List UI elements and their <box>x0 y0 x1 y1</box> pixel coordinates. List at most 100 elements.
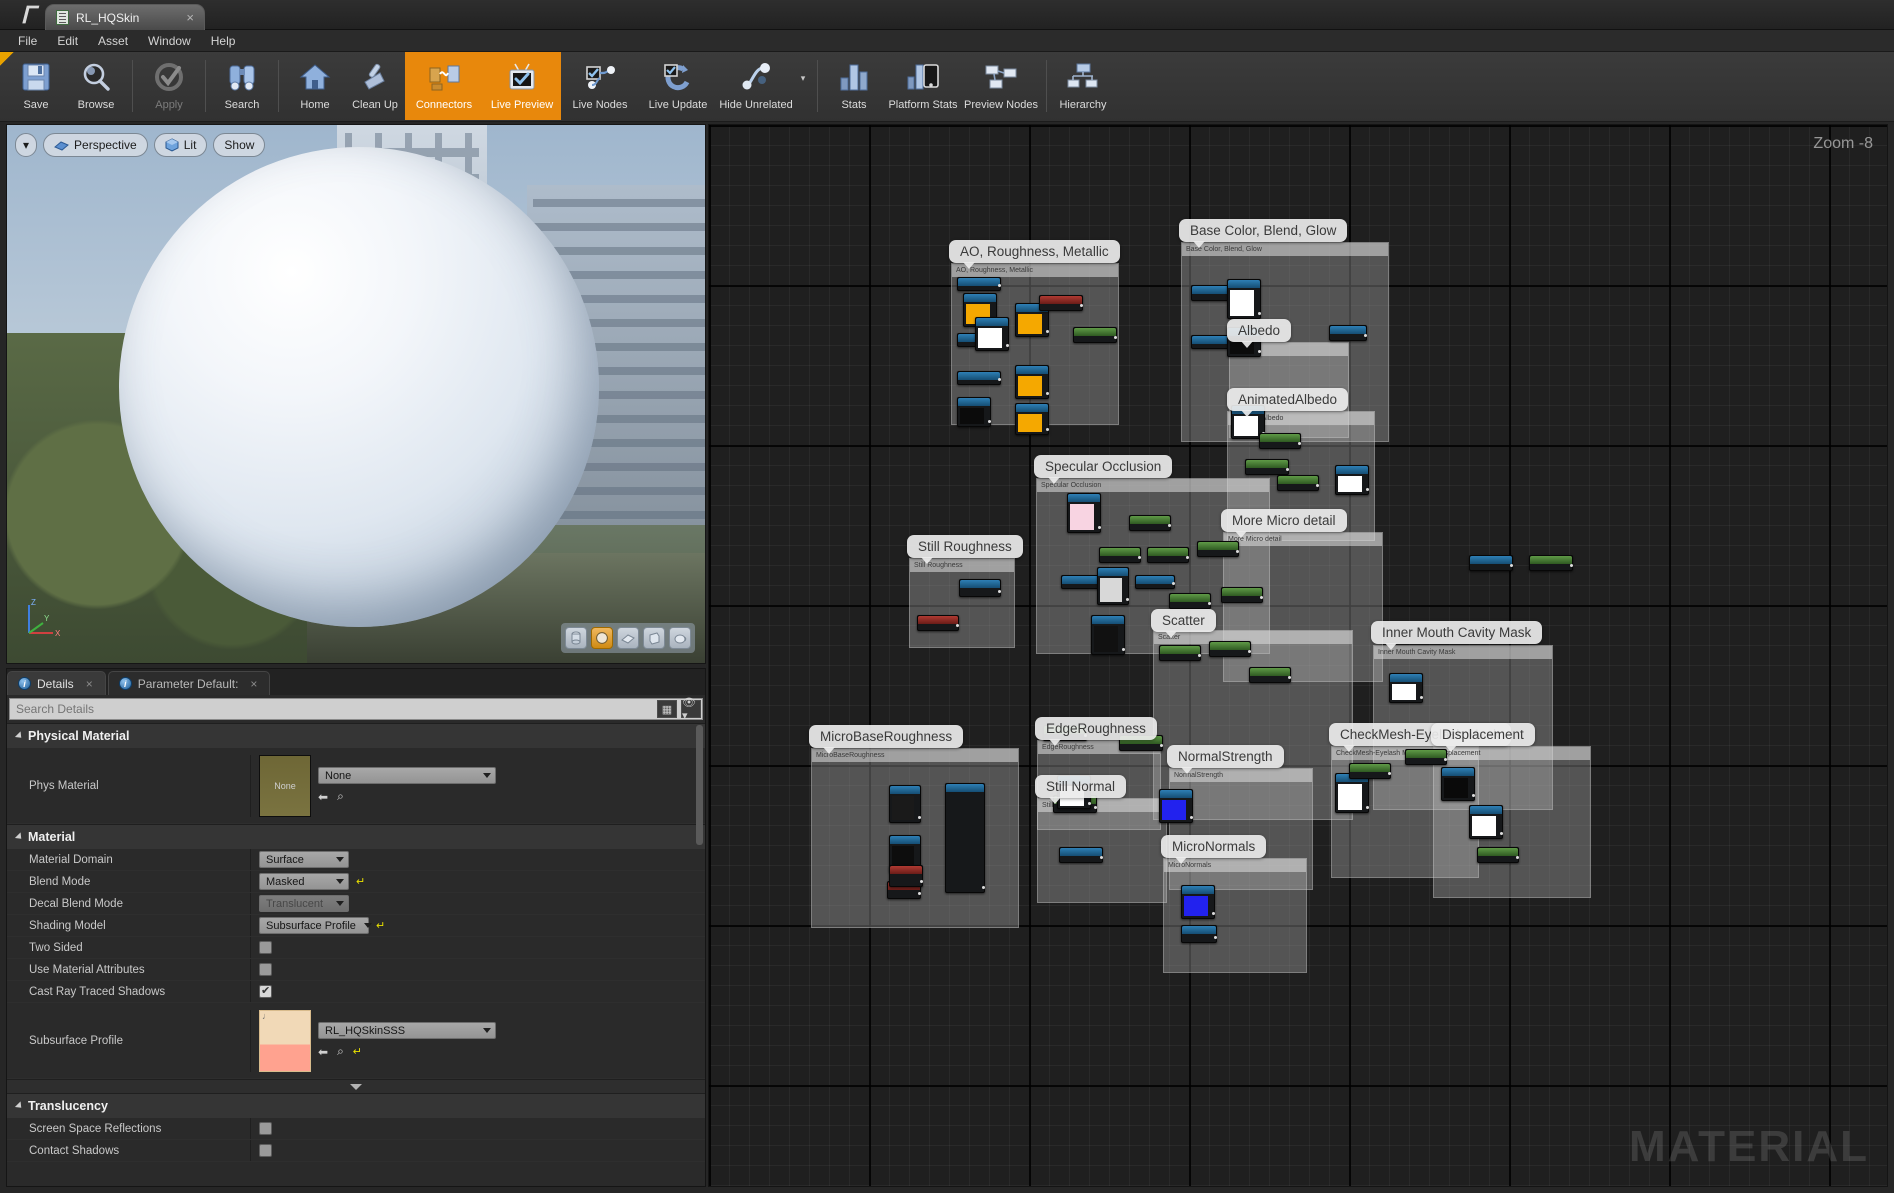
shading-model-dropdown[interactable]: Subsurface Profile <box>259 917 372 934</box>
graph-node-output-pin[interactable] <box>1046 330 1049 333</box>
phys-material-dropdown[interactable]: None <box>318 767 496 784</box>
toolbar-button-live-nodes[interactable]: Live Nodes <box>561 52 639 120</box>
graph-node-output-pin[interactable] <box>1088 802 1091 805</box>
graph-node[interactable] <box>957 371 1001 385</box>
graph-node-output-pin[interactable] <box>1114 336 1117 339</box>
graph-comment-bubble[interactable]: Albedo <box>1227 319 1292 348</box>
close-icon[interactable]: × <box>86 677 93 691</box>
graph-node[interactable] <box>1191 335 1231 349</box>
graph-node[interactable] <box>1039 295 1083 311</box>
graph-node-output-pin[interactable] <box>1080 304 1083 307</box>
graph-node-output-pin[interactable] <box>1094 806 1097 809</box>
menu-item-file[interactable]: File <box>8 32 47 50</box>
category-translucency[interactable]: Translucency <box>7 1093 705 1118</box>
material-graph-editor[interactable]: AO, Roughness, Metallic Base Color, Blend… <box>708 124 1888 1187</box>
graph-node-output-pin[interactable] <box>998 378 1001 381</box>
graph-node-output-pin[interactable] <box>1190 816 1193 819</box>
two-sided-checkbox[interactable] <box>259 941 272 954</box>
graph-node-output-pin[interactable] <box>1198 654 1201 657</box>
graph-node-output-pin[interactable] <box>1236 550 1239 553</box>
menu-item-asset[interactable]: Asset <box>88 32 138 50</box>
graph-comment-bubble[interactable]: AnimatedAlbedo <box>1227 388 1349 417</box>
graph-comment-bubble[interactable]: Displacement <box>1431 723 1535 752</box>
toolbar-button-save[interactable]: Save <box>6 52 66 120</box>
graph-node-output-pin[interactable] <box>1516 856 1519 859</box>
graph-node-output-pin[interactable] <box>1122 648 1125 651</box>
graph-node[interactable] <box>957 277 1001 291</box>
graph-node-output-pin[interactable] <box>1364 334 1367 337</box>
graph-node[interactable] <box>1245 459 1289 475</box>
graph-node[interactable] <box>1335 465 1369 495</box>
graph-node[interactable] <box>889 785 921 823</box>
graph-node-output-pin[interactable] <box>1258 312 1261 315</box>
graph-node-output-pin[interactable] <box>956 624 959 627</box>
graph-node[interactable] <box>959 579 1001 597</box>
viewport-viewmode-menu[interactable]: Lit <box>153 133 208 157</box>
graph-node[interactable] <box>1169 593 1211 609</box>
preview-shape-plane[interactable] <box>617 627 639 649</box>
graph-node[interactable] <box>1181 885 1215 919</box>
toolbar-button-connectors[interactable]: Connectors <box>405 52 483 120</box>
graph-node-output-pin[interactable] <box>1172 582 1175 585</box>
graph-comment-bubble[interactable]: Base Color, Blend, Glow <box>1179 219 1348 248</box>
toolbar-button-search[interactable]: Search <box>212 52 272 120</box>
graph-node-output-pin[interactable] <box>1006 344 1009 347</box>
reset-to-default-icon[interactable]: ↵ <box>356 875 365 888</box>
preview-shape-cylinder[interactable] <box>565 627 587 649</box>
graph-node[interactable] <box>917 615 959 631</box>
close-icon[interactable]: × <box>170 10 194 25</box>
graph-node[interactable] <box>1129 515 1171 531</box>
reset-to-default-icon[interactable]: ↵ <box>353 1045 362 1058</box>
graph-node[interactable] <box>1469 805 1503 839</box>
toolbar-button-browse[interactable]: Browse <box>66 52 126 120</box>
graph-node[interactable] <box>1277 475 1319 491</box>
category-physical-material[interactable]: Physical Material <box>7 723 705 748</box>
details-search-bar[interactable]: ⌕ <box>9 698 703 720</box>
graph-node-output-pin[interactable] <box>1366 806 1369 809</box>
viewport-perspective-menu[interactable]: Perspective <box>43 133 148 157</box>
toolbar-button-cleanup[interactable]: Clean Up <box>345 52 405 120</box>
preview-shape-teapot[interactable] <box>669 627 691 649</box>
graph-node[interactable] <box>1147 547 1189 563</box>
graph-node-output-pin[interactable] <box>918 892 921 895</box>
menu-item-window[interactable]: Window <box>138 32 201 50</box>
toolbar-button-apply[interactable]: Apply <box>139 52 199 120</box>
use-material-attributes-checkbox[interactable] <box>259 963 272 976</box>
menu-item-help[interactable]: Help <box>201 32 246 50</box>
graph-node-output-pin[interactable] <box>1472 794 1475 797</box>
graph-comment-bubble[interactable]: MicroBaseRoughness <box>809 725 964 754</box>
graph-node[interactable] <box>1135 575 1175 589</box>
graph-node[interactable] <box>1389 673 1423 703</box>
graph-node-output-pin[interactable] <box>1100 856 1103 859</box>
toolbar-button-home[interactable]: Home <box>285 52 345 120</box>
viewport-options-menu[interactable]: ▾ <box>15 133 38 157</box>
reset-to-default-icon[interactable]: ↵ <box>376 919 385 932</box>
graph-node-output-pin[interactable] <box>1444 758 1447 761</box>
graph-node-output-pin[interactable] <box>1286 468 1289 471</box>
graph-node-output-pin[interactable] <box>918 816 921 819</box>
preview-sphere-mesh[interactable] <box>119 147 599 627</box>
details-scrollbar[interactable] <box>696 725 703 845</box>
graph-node-output-pin[interactable] <box>1160 744 1163 747</box>
search-input[interactable] <box>16 702 685 716</box>
toolbar-button-stats[interactable]: Stats <box>824 52 884 120</box>
graph-node[interactable] <box>1477 847 1519 863</box>
graph-comment-bubble[interactable]: EdgeRoughness <box>1035 717 1157 746</box>
graph-node[interactable] <box>1405 749 1447 765</box>
material-domain-dropdown[interactable]: Surface <box>259 851 349 868</box>
graph-node-output-pin[interactable] <box>998 284 1001 287</box>
graph-node[interactable] <box>1227 279 1261 319</box>
graph-node[interactable] <box>1067 493 1101 533</box>
graph-node[interactable] <box>1349 763 1391 779</box>
graph-node-output-pin[interactable] <box>1248 650 1251 653</box>
graph-node-output-pin[interactable] <box>1420 696 1423 699</box>
graph-node-output-pin[interactable] <box>1260 596 1263 599</box>
graph-node[interactable] <box>1529 555 1573 571</box>
graph-node[interactable] <box>975 317 1009 351</box>
graph-node[interactable] <box>1159 789 1193 823</box>
graph-node[interactable] <box>1181 925 1217 943</box>
graph-node[interactable] <box>1061 575 1101 589</box>
screen-space-reflections-checkbox[interactable] <box>259 1122 272 1135</box>
graph-node-output-pin[interactable] <box>1366 488 1369 491</box>
graph-node[interactable] <box>1059 847 1103 863</box>
